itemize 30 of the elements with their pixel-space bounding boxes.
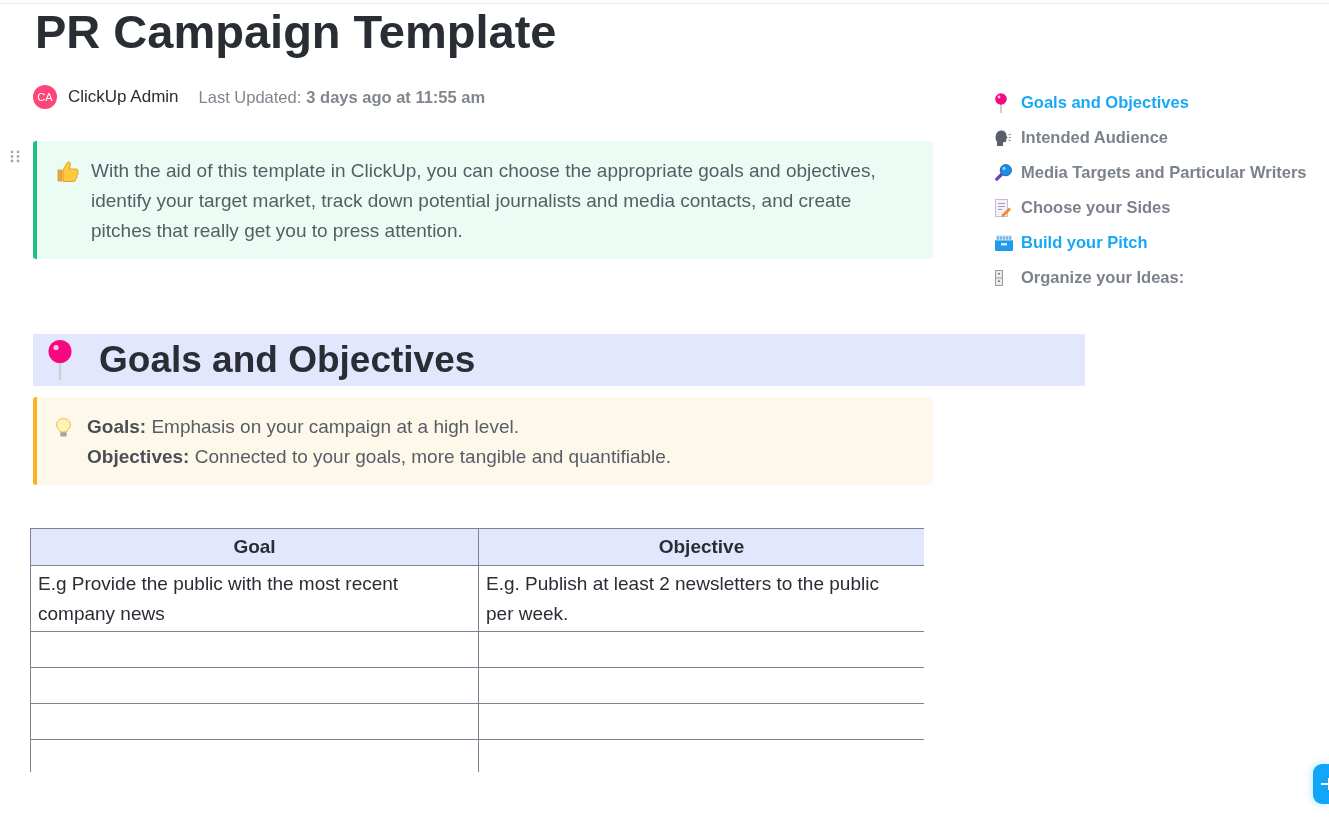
magnifying-glass-icon (995, 164, 1012, 181)
drag-handle-icon[interactable] (10, 150, 20, 163)
column-header: Objective (478, 528, 924, 566)
cabinet-icon (995, 269, 1003, 286)
last-updated-label: Last Updated: (198, 87, 302, 107)
memo-pencil-icon (995, 198, 1011, 217)
last-updated-value: 3 days ago at 11:55 am (306, 87, 486, 107)
callout-text: Objectives: Connected to your goals, more tangible and quantifiable. (87, 445, 672, 469)
pushpin-icon (995, 92, 1007, 113)
avatar: CA (33, 85, 57, 109)
add-button[interactable] (1313, 764, 1329, 804)
thumbs-up-icon (57, 160, 79, 182)
toc-link[interactable]: Intended Audience (995, 120, 1168, 155)
pushpin-icon (48, 340, 72, 380)
lightbulb-icon (56, 418, 71, 437)
toc-link[interactable]: Choose your Sides (995, 190, 1171, 225)
callout-text: With the aid of this template in ClickUp, you can choose the appropriate goals and objectives, identify your target market, track down potential journalists and media contacts, and create pitches that really get you to press attention. (91, 159, 877, 243)
toc-link[interactable]: Goals and Objectives (995, 85, 1189, 120)
speaking-head-icon (995, 129, 1011, 146)
page-title: PR Campaign Template (35, 4, 557, 60)
section-heading: Goals and Objectives (99, 338, 476, 382)
toc-link[interactable]: Build your Pitch (995, 225, 1148, 260)
plus-icon (1321, 778, 1329, 790)
table-cell: E.g Provide the public with the most recent company news (30, 565, 479, 632)
callout-text: Goals: Emphasis on your campaign at a high level. (87, 415, 519, 439)
toc-link[interactable]: Media Targets and Particular Writers (995, 155, 1307, 190)
file-box-icon (995, 234, 1013, 251)
toc-link[interactable]: Organize your Ideas: (995, 260, 1185, 295)
column-header: Goal (30, 528, 479, 566)
author-name: ClickUp Admin (68, 87, 179, 107)
